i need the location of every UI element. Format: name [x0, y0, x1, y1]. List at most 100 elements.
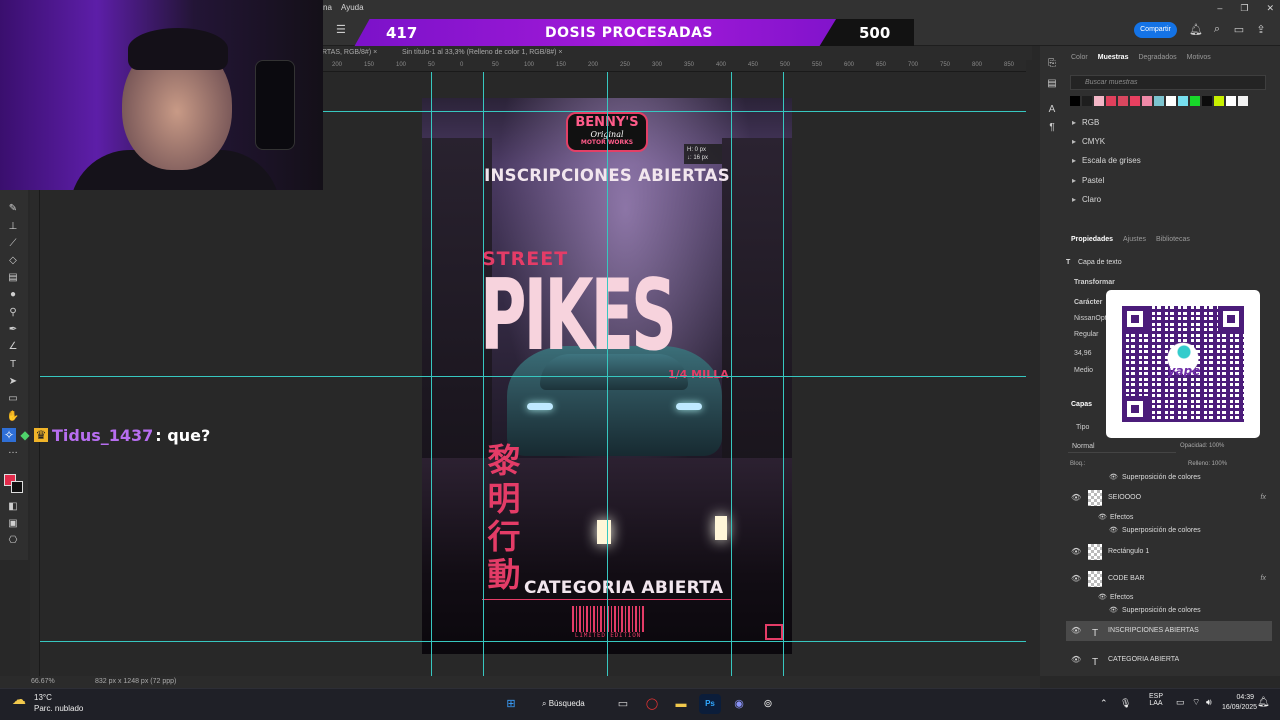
character-icon[interactable]: A — [1045, 104, 1059, 115]
visibility-eye-icon[interactable]: 👁︎ — [1098, 592, 1107, 604]
layer-effect-item[interactable]: 👁︎ Superposición de colores — [1066, 525, 1272, 537]
visibility-eye-icon[interactable]: 👁︎ — [1109, 472, 1118, 484]
layers-panel-tab[interactable]: Capas — [1066, 398, 1280, 412]
paragraph-icon[interactable]: ¶ — [1045, 122, 1059, 133]
file-explorer-icon[interactable]: ▬ — [670, 694, 692, 714]
swatch-folder[interactable]: ▸ CMYK — [1072, 135, 1105, 149]
swatch[interactable] — [1130, 96, 1140, 106]
layer-row[interactable]: 👁︎ T CATEGORIA ABIERTA — [1066, 650, 1272, 670]
type-icon[interactable]: T — [6, 358, 20, 372]
font-family-field[interactable]: NissanOpt — [1074, 315, 1107, 322]
share-icon[interactable]: ⇪ — [1254, 23, 1268, 37]
taskbar-search[interactable]: ⌕ Búsqueda — [534, 694, 604, 714]
brush-icon[interactable]: ✎ — [6, 202, 20, 216]
tab-swatches[interactable]: Muestras — [1098, 50, 1129, 66]
guide-vertical[interactable] — [483, 72, 484, 676]
obs-icon[interactable]: ⊚ — [757, 694, 779, 714]
opera-icon[interactable]: ◯ — [641, 694, 663, 714]
font-size-field[interactable]: 34,96 — [1074, 350, 1092, 357]
chevron-up-icon[interactable]: ⌃ — [1100, 698, 1108, 709]
comments-icon[interactable]: ▤ — [1045, 78, 1059, 89]
swatch[interactable] — [1154, 96, 1164, 106]
history-brush-icon[interactable]: ⟋ — [6, 237, 20, 251]
pen-curve-icon[interactable]: ∠ — [6, 340, 20, 354]
character-section[interactable]: Carácter — [1074, 299, 1102, 306]
start-icon[interactable]: ⊞ — [500, 694, 522, 714]
visibility-eye-icon[interactable]: 👁︎ — [1071, 569, 1081, 589]
guide-horizontal[interactable] — [40, 376, 1026, 377]
document-info[interactable]: 832 px x 1248 px (72 ppp) — [95, 676, 176, 688]
clock[interactable]: 04:39 16/09/2025 — [1222, 693, 1257, 713]
layer-effect-item[interactable]: 👁︎ Superposición de colores — [1066, 472, 1272, 484]
weather-widget[interactable]: ☁ 13°C Parc. nublado — [12, 692, 83, 714]
display-icon[interactable]: ▭ — [1176, 697, 1185, 708]
swatch-folder[interactable]: ▸ Claro — [1072, 193, 1101, 207]
visibility-eye-icon[interactable]: 👁︎ — [1098, 512, 1107, 524]
swatch-folder[interactable]: ▸ Pastel — [1072, 174, 1104, 188]
menu-item-ayuda[interactable]: Ayuda — [341, 0, 364, 16]
tab-properties[interactable]: Propiedades — [1071, 232, 1113, 248]
visibility-eye-icon[interactable]: 👁︎ — [1071, 621, 1081, 641]
swatch[interactable] — [1214, 96, 1224, 106]
layer-filter[interactable]: Tipo — [1068, 422, 1098, 434]
share-button[interactable]: Compartir — [1134, 22, 1177, 38]
rectangle-icon[interactable]: ▭ — [6, 392, 20, 406]
layer-row[interactable]: 👁︎ SEIOOOO fx — [1066, 488, 1272, 508]
tab-adjustments[interactable]: Ajustes — [1123, 232, 1146, 248]
layer-effect-item[interactable]: 👁︎ Superposición de colores — [1066, 605, 1272, 617]
swatch[interactable] — [1118, 96, 1128, 106]
swatch[interactable] — [1094, 96, 1104, 106]
hand-icon[interactable]: ✋ — [6, 410, 20, 424]
guide-vertical[interactable] — [783, 72, 784, 676]
layer-effect-item[interactable]: 👁︎ Efectos — [1066, 512, 1272, 524]
history-icon[interactable]: ⎘ — [1045, 58, 1059, 69]
language-indicator[interactable]: ESP LAA — [1144, 693, 1168, 707]
blur-icon[interactable]: ● — [6, 288, 20, 302]
swatch[interactable] — [1166, 96, 1176, 106]
tab-document-1[interactable]: RTAS, RGB/8#) × — [322, 46, 377, 60]
guide-horizontal[interactable] — [40, 641, 1026, 642]
notification-icon[interactable]: 🔔︎ — [1257, 697, 1270, 708]
more-tools-icon[interactable]: … — [6, 444, 20, 458]
volume-icon[interactable]: 🔊︎ — [1206, 697, 1212, 708]
swatch-folder[interactable]: ▸ Escala de grises — [1072, 154, 1141, 168]
bell-icon[interactable]: 🔔︎ — [1189, 23, 1203, 37]
visibility-eye-icon[interactable]: 👁︎ — [1071, 650, 1081, 670]
swatch[interactable] — [1142, 96, 1152, 106]
layer-row[interactable]: 👁︎ CODE BAR fx — [1066, 569, 1272, 589]
background-color-swatch[interactable] — [11, 481, 23, 493]
task-view-icon[interactable]: ▭ — [612, 694, 634, 714]
network-icon[interactable]: ⌔ — [1192, 697, 1200, 708]
blend-mode-select[interactable]: Normal — [1068, 440, 1176, 453]
guide-vertical[interactable] — [431, 72, 432, 676]
swatch[interactable] — [1238, 96, 1248, 106]
swatch-folder[interactable]: ▸ RGB — [1072, 116, 1099, 130]
close-icon[interactable]: ✕ — [1266, 0, 1274, 16]
photoshop-icon[interactable]: Ps — [699, 694, 721, 714]
guide-vertical[interactable] — [731, 72, 732, 676]
swatch[interactable] — [1202, 96, 1212, 106]
workspace-icon[interactable]: ▭ — [1232, 23, 1246, 37]
layer-fx-icon[interactable]: fx — [1261, 569, 1266, 589]
swatch-search-input[interactable]: Buscar muestras — [1070, 75, 1266, 90]
tab-patterns[interactable]: Motivos — [1187, 50, 1211, 66]
swatch[interactable] — [1190, 96, 1200, 106]
stamp-icon[interactable]: ⊥ — [6, 220, 20, 234]
restore-icon[interactable]: ❐ — [1240, 0, 1248, 16]
layer-fx-icon[interactable]: fx — [1261, 488, 1266, 508]
visibility-eye-icon[interactable]: 👁︎ — [1071, 488, 1081, 508]
path-select-icon[interactable]: ➤ — [6, 375, 20, 389]
kerning-field[interactable]: Medio — [1074, 367, 1093, 374]
lock-controls[interactable]: Bloq.: — [1070, 458, 1085, 471]
tab-libraries[interactable]: Bibliotecas — [1156, 232, 1190, 248]
tab-gradients[interactable]: Degradados — [1138, 50, 1176, 66]
layer-effect-item[interactable]: 👁︎ Efectos — [1066, 592, 1272, 604]
eraser-icon[interactable]: ◇ — [6, 254, 20, 268]
tab-color[interactable]: Color — [1071, 50, 1088, 66]
pen-icon[interactable]: ✒ — [6, 323, 20, 337]
dodge-icon[interactable]: ⚲ — [6, 306, 20, 320]
opacity-field[interactable]: Opacidad: 100% — [1180, 440, 1224, 453]
discord-icon[interactable]: ◉ — [728, 694, 750, 714]
transform-section[interactable]: Transformar — [1074, 279, 1115, 286]
visibility-eye-icon[interactable]: 👁︎ — [1109, 525, 1118, 537]
